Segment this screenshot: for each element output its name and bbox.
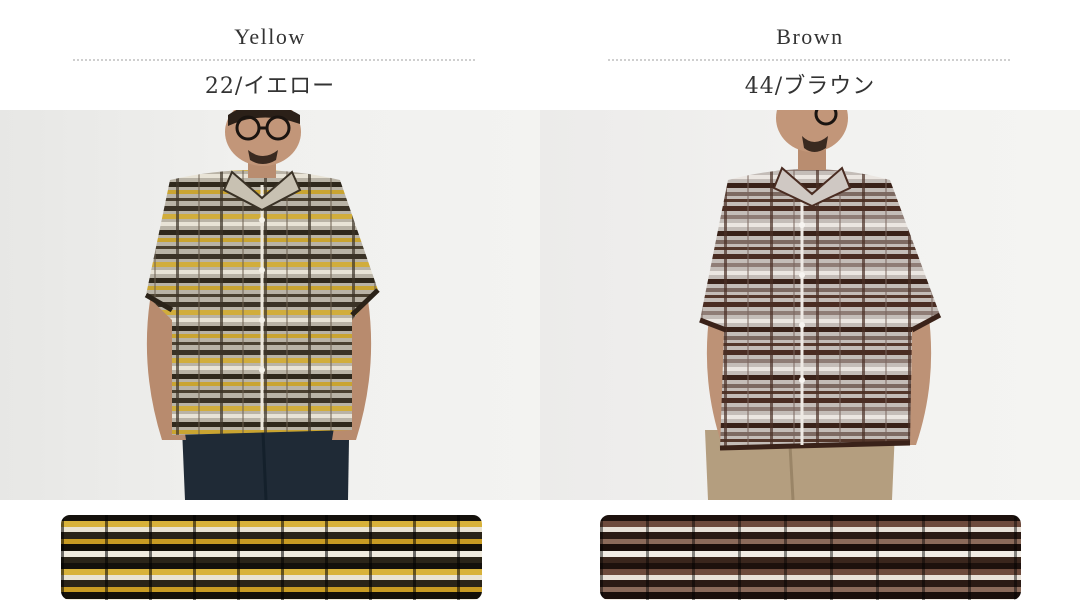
variant-name-en: Brown — [776, 24, 844, 49]
variant-name-jp: 44/ブラウン — [744, 74, 876, 99]
model-yellow-illustration — [144, 110, 380, 500]
yellow-photo — [0, 110, 540, 500]
variant-yellow: Yellow 22/イエロー — [0, 0, 540, 601]
variant-name-en: Yellow — [234, 24, 306, 49]
yellow-swatch — [61, 515, 482, 600]
variant-brown: Brown 44/ブラウン — [540, 0, 1080, 601]
variant-name-jp: 22/イエロー — [204, 74, 336, 99]
dotted-divider — [608, 59, 1010, 61]
model-brown-illustration — [699, 110, 942, 500]
dotted-divider — [73, 59, 475, 61]
brown-photo — [540, 110, 1080, 500]
brown-swatch — [600, 515, 1021, 600]
